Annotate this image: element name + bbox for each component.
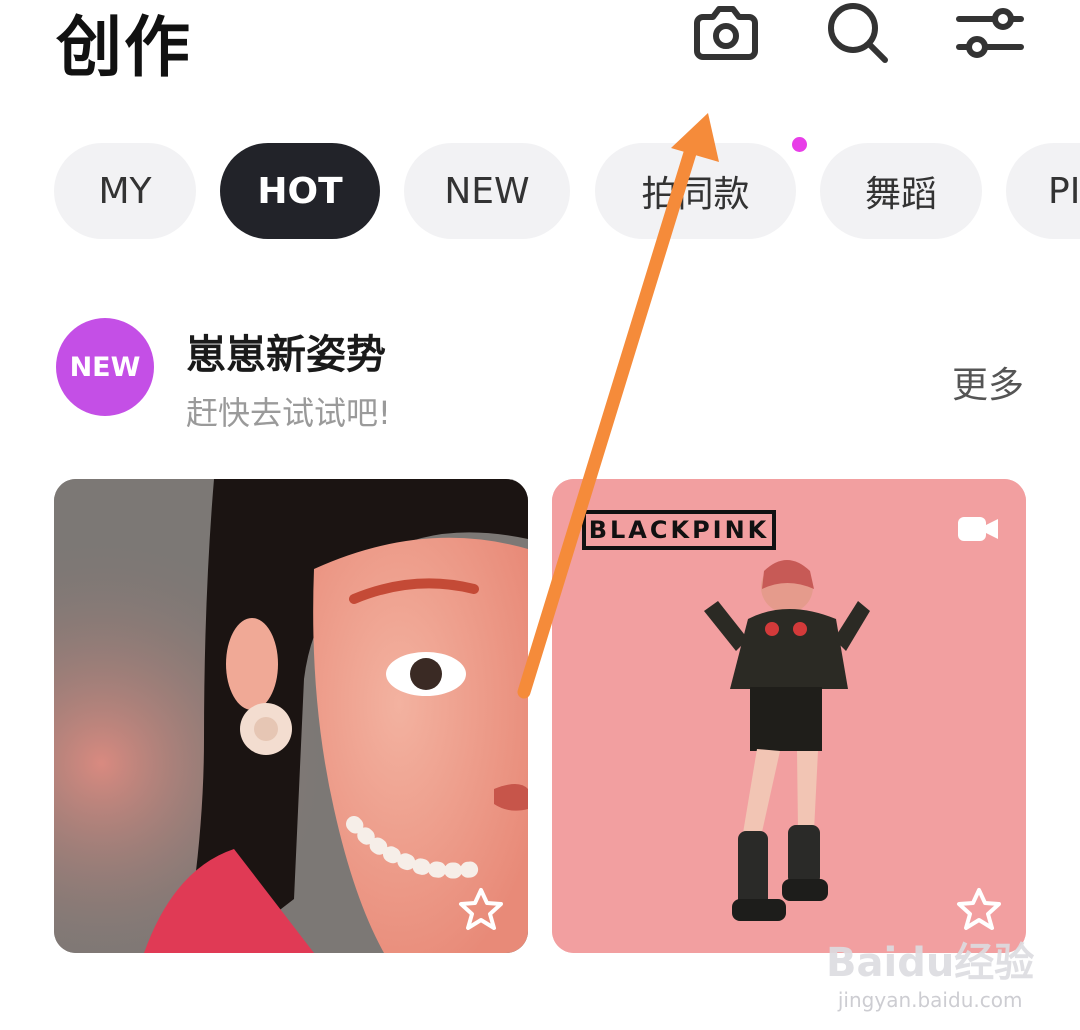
tab-dance[interactable]: 舞蹈 xyxy=(820,143,982,239)
avatar-dancer-image xyxy=(552,479,1026,953)
page-title: 创作 xyxy=(56,9,192,86)
notification-dot xyxy=(792,137,807,152)
tab-my[interactable]: MY xyxy=(54,143,196,239)
tab-new[interactable]: NEW xyxy=(404,143,570,239)
category-tabs: MY HOT NEW 拍同款 舞蹈 PI xyxy=(0,143,1080,239)
star-outline-icon[interactable] xyxy=(458,887,504,931)
tab-partial[interactable]: PI xyxy=(1006,143,1080,239)
watermark-brand: Baidu经验 xyxy=(826,940,1035,986)
blackpink-logo: BLACKPINK xyxy=(582,510,776,550)
camera-icon[interactable] xyxy=(691,0,761,66)
section-subtitle: 赶快去试试吧! xyxy=(186,394,391,432)
pose-card-2[interactable]: BLACKPINK xyxy=(552,479,1026,953)
avatar-face-image xyxy=(54,479,528,953)
tab-hot[interactable]: HOT xyxy=(220,143,380,239)
pose-card-1[interactable] xyxy=(54,479,528,953)
filter-settings-icon[interactable] xyxy=(955,0,1025,66)
more-link[interactable]: 更多 xyxy=(952,356,1024,408)
star-outline-icon[interactable] xyxy=(956,887,1002,931)
watermark-url: jingyan.baidu.com xyxy=(837,988,1023,1012)
new-badge: NEW xyxy=(56,318,154,416)
section-title: 崽崽新姿势 xyxy=(186,332,386,378)
search-icon[interactable] xyxy=(823,0,893,66)
video-camera-icon xyxy=(958,517,998,541)
watermark: Baidu经验 jingyan.baidu.com xyxy=(826,930,1034,1012)
tab-same-style[interactable]: 拍同款 xyxy=(595,143,796,239)
